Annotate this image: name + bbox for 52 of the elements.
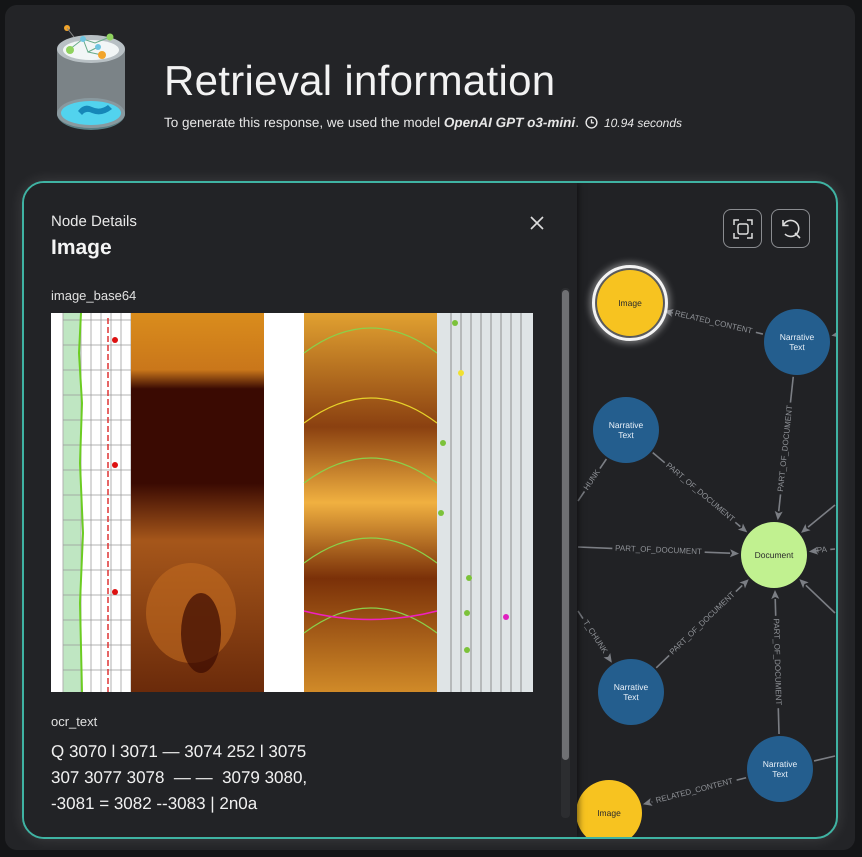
edge-arrow bbox=[642, 798, 653, 806]
frame-corners-icon bbox=[732, 218, 754, 240]
clock-icon bbox=[584, 116, 598, 129]
field-label: image_base64 bbox=[51, 288, 138, 303]
model-info-text: To generate this response, we used the model OpenAI GPT o3-mini. bbox=[164, 115, 579, 130]
scrollbar[interactable] bbox=[561, 288, 570, 818]
edge-arrow bbox=[704, 549, 740, 558]
response-time: 10.94 seconds bbox=[604, 116, 682, 130]
node-label: Image bbox=[597, 808, 621, 818]
graph-node[interactable] bbox=[598, 659, 664, 725]
graph-node[interactable] bbox=[593, 397, 659, 463]
ocr-text: Q 3070 l 3071 — 3074 252 l 3075 307 3077 3078 — — 3079 3080, -3081 = 3082 --3083 | 2n0a bbox=[51, 741, 308, 815]
edge-line bbox=[652, 452, 666, 464]
graph-node[interactable] bbox=[747, 736, 813, 802]
edge-line bbox=[599, 458, 608, 470]
edge-line bbox=[656, 654, 670, 668]
edge-line bbox=[736, 776, 746, 781]
edge-label: PA bbox=[816, 544, 828, 555]
edge-arrow bbox=[734, 522, 748, 532]
node-label: Narrative Text bbox=[780, 332, 814, 352]
page-title: Retrieval information bbox=[164, 57, 556, 105]
edge-arrow bbox=[774, 494, 783, 520]
edge-arrow bbox=[801, 504, 836, 533]
panel-heading: Node Details bbox=[51, 213, 137, 230]
node-label: Narrative Text bbox=[608, 420, 644, 440]
graph-node[interactable] bbox=[577, 780, 642, 837]
node-label: Narrative Text bbox=[762, 759, 798, 779]
reset-zoom-button[interactable] bbox=[771, 209, 810, 248]
edge-line bbox=[578, 546, 612, 550]
edge-arrow bbox=[604, 653, 612, 663]
edge-line bbox=[790, 376, 794, 403]
edge-arrow bbox=[799, 579, 836, 614]
node-label: Narrative Text bbox=[614, 682, 648, 702]
edge-line bbox=[756, 332, 764, 335]
edge-label: PART_OF_DOCUMENT bbox=[772, 618, 784, 706]
edge-line bbox=[577, 610, 584, 619]
node-title: Image bbox=[51, 236, 113, 260]
edge-arrow bbox=[831, 330, 836, 338]
edge-arrow bbox=[771, 590, 780, 616]
edge-arrow bbox=[808, 546, 818, 555]
edge-arrow bbox=[664, 309, 674, 317]
node-label: Image bbox=[618, 298, 642, 308]
fit-view-button[interactable] bbox=[723, 209, 762, 248]
scrollbar-thumb[interactable] bbox=[562, 290, 569, 760]
node-label: Document bbox=[754, 550, 794, 560]
edge-line bbox=[778, 708, 780, 734]
edge-line bbox=[830, 548, 836, 550]
edge-label: PART_OF_DOCUMENT bbox=[614, 544, 702, 556]
edge-arrow bbox=[735, 579, 749, 592]
graph-node[interactable] bbox=[741, 522, 807, 588]
graph-node[interactable] bbox=[764, 309, 830, 375]
field-label: ocr_text bbox=[51, 714, 98, 729]
